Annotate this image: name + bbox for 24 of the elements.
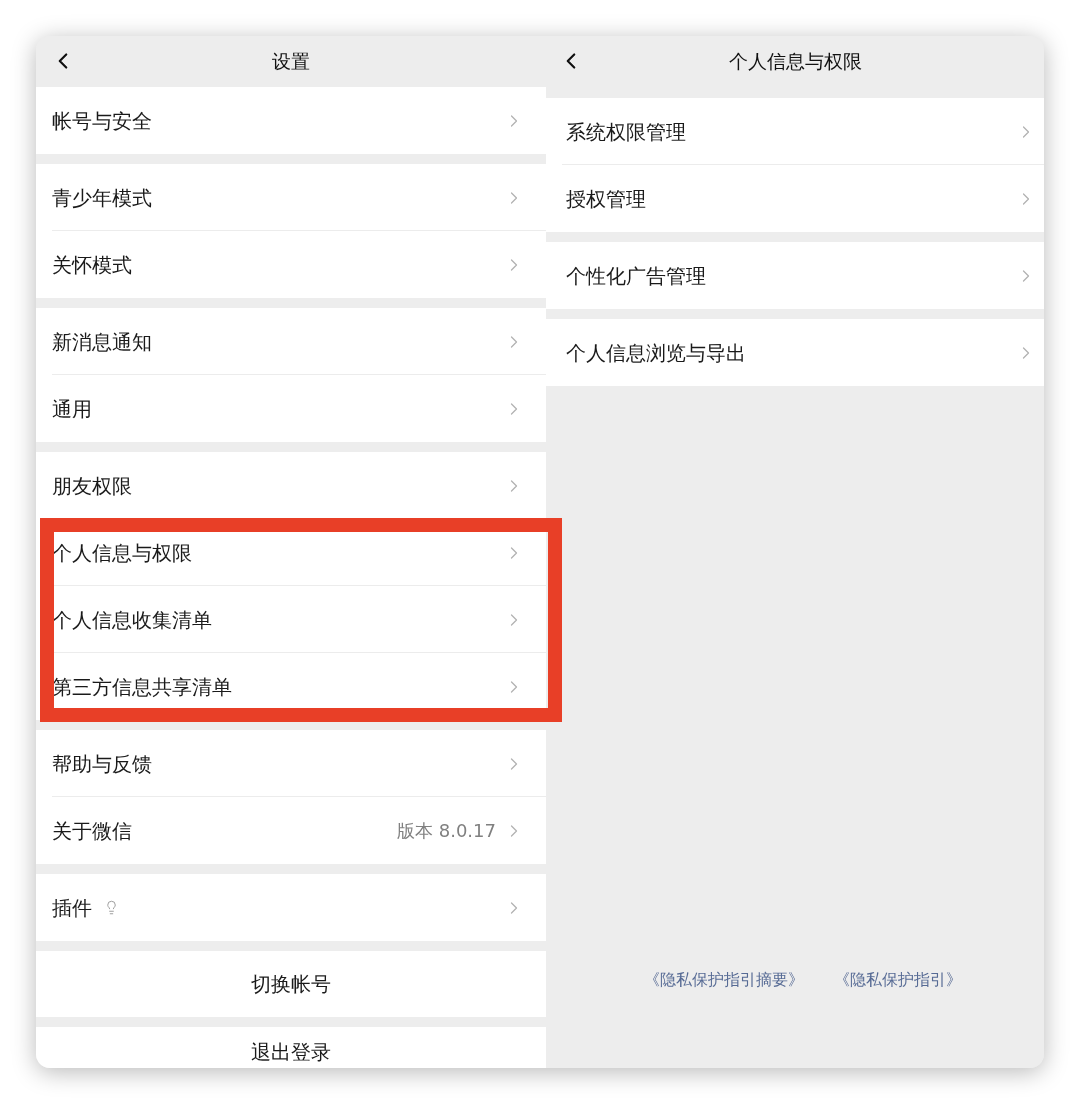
screen-title: 个人信息与权限 [728,49,862,75]
setting-label: 个人信息与权限 [52,539,192,567]
setting-label: 新消息通知 [52,328,152,356]
setting-label: 帐号与安全 [52,107,152,135]
setting-label: 关于微信 [52,817,132,845]
action-button[interactable]: 切换帐号 [36,951,546,1017]
setting-label: 个人信息收集清单 [52,606,212,634]
lightbulb-icon [104,900,119,915]
action-button[interactable]: 退出登录 [36,1027,546,1068]
privacy-link[interactable]: 《隐私保护指引》 [834,968,962,992]
version-text: 版本 8.0.17 [397,819,496,843]
setting-label: 通用 [52,395,92,423]
setting-label: 青少年模式 [52,184,152,212]
screen-title: 设置 [272,49,310,75]
setting-label: 授权管理 [566,185,646,213]
setting-label: 朋友权限 [52,472,132,500]
setting-label: 插件 [52,894,92,922]
setting-label: 系统权限管理 [566,118,686,146]
privacy-link[interactable]: 《隐私保护指引摘要》 [644,968,804,992]
setting-label: 关怀模式 [52,251,132,279]
setting-label: 帮助与反馈 [52,750,152,778]
setting-label: 个性化广告管理 [566,262,706,290]
setting-label: 第三方信息共享清单 [52,673,232,701]
setting-label: 个人信息浏览与导出 [566,339,746,367]
